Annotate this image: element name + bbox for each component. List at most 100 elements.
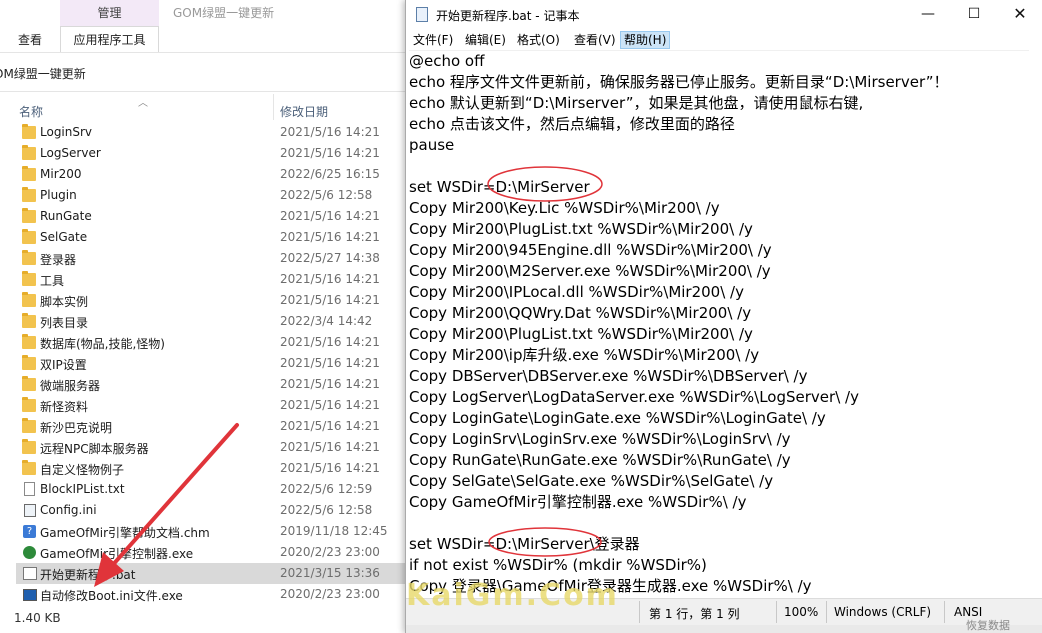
file-row[interactable]: ? GameOfMir引擎帮助文档.chm 2019/11/18 12:45 xyxy=(16,521,405,542)
cursor-position: 第 1 行，第 1 列 xyxy=(649,607,740,621)
file-name: 工具 xyxy=(40,274,65,288)
status-divider xyxy=(944,601,945,623)
tab-application-tools[interactable]: 应用程序工具 xyxy=(60,26,159,52)
minimize-button[interactable]: — xyxy=(905,0,951,30)
folder-icon xyxy=(22,166,36,181)
folder-icon xyxy=(22,334,36,349)
folder-icon xyxy=(22,229,36,244)
file-name: Mir200 xyxy=(40,167,82,181)
file-date: 2021/5/16 14:21 xyxy=(280,209,380,223)
file-name: 脚本实例 xyxy=(40,295,89,309)
file-row[interactable]: LoginSrv 2021/5/16 14:21 xyxy=(16,122,405,143)
file-row[interactable]: Mir200 2022/6/25 16:15 xyxy=(16,164,405,185)
folder-icon xyxy=(22,250,36,265)
file-row[interactable]: 开始更新程序.bat 2021/3/15 13:36 xyxy=(16,563,405,584)
file-row[interactable]: RunGate 2021/5/16 14:21 xyxy=(16,206,405,227)
file-row[interactable]: 数据库(物品,技能,怪物) 2021/5/16 14:21 xyxy=(16,332,405,353)
text-line: Copy DBServer\DBServer.exe %WSDir%\DBSer… xyxy=(409,367,808,385)
file-date: 2020/2/23 23:00 xyxy=(280,545,380,559)
explorer-status-bar: 1.40 KB xyxy=(0,606,405,633)
settings-file-icon xyxy=(24,504,36,517)
column-divider[interactable] xyxy=(273,94,274,120)
menu-format[interactable]: 格式(O) xyxy=(514,32,563,48)
file-date: 2021/5/16 14:21 xyxy=(280,272,380,286)
text-line: echo 默认更新到“D:\Mirserver”，如果是其他盘，请使用鼠标右键, xyxy=(409,94,864,112)
notepad-icon xyxy=(416,7,428,22)
file-name: 远程NPC脚本服务器 xyxy=(40,442,149,456)
file-row[interactable]: Plugin 2022/5/6 12:58 xyxy=(16,185,405,206)
file-row[interactable]: 新怪资料 2021/5/16 14:21 xyxy=(16,395,405,416)
ribbon: 管理 GOM绿盟一键更新 查看 应用程序工具 xyxy=(0,0,405,52)
file-row[interactable]: 自定义怪物例子 2021/5/16 14:21 xyxy=(16,458,405,479)
bottom-strip xyxy=(406,625,1042,633)
text-editor-area[interactable]: @echo off echo 程序文件文件更新前，确保服务器已停止服务。更新目录“… xyxy=(409,50,1029,599)
file-name: GameOfMir引擎帮助文档.chm xyxy=(40,526,210,540)
menu-bar: 文件(F) 编辑(E) 格式(O) 查看(V) 帮助(H) xyxy=(406,30,1042,50)
file-date: 2021/5/16 14:21 xyxy=(280,461,380,475)
file-date: 2021/5/16 14:21 xyxy=(280,356,380,370)
file-name: SelGate xyxy=(40,230,88,244)
file-date: 2021/3/15 13:36 xyxy=(280,566,380,580)
file-date: 2021/5/16 14:21 xyxy=(280,419,380,433)
file-row[interactable]: LogServer 2021/5/16 14:21 xyxy=(16,143,405,164)
file-row[interactable]: Config.ini 2022/5/6 12:58 xyxy=(16,500,405,521)
file-name: 新怪资料 xyxy=(40,400,89,414)
corner-label: 恢复数据 xyxy=(966,619,1010,632)
file-name: 新沙巴克说明 xyxy=(40,421,113,435)
file-list-header: ︿ 名称 修改日期 xyxy=(0,94,405,122)
status-divider xyxy=(826,601,827,623)
text-line: Copy Mir200\PlugList.txt %WSDir%\Mir200\… xyxy=(409,325,753,343)
file-name: LogServer xyxy=(40,146,101,160)
menu-file[interactable]: 文件(F) xyxy=(410,32,456,48)
text-line: echo 点击该文件，然后点编辑，修改里面的路径 xyxy=(409,115,735,133)
text-line: Copy Mir200\QQWry.Dat %WSDir%\Mir200\ /y xyxy=(409,304,752,322)
vertical-scrollbar[interactable] xyxy=(1030,50,1042,598)
file-date: 2022/5/6 12:58 xyxy=(280,503,373,517)
text-line: echo 程序文件文件更新前，确保服务器已停止服务。更新目录“D:\Mirser… xyxy=(409,73,949,91)
column-name-header[interactable]: 名称 xyxy=(19,103,43,120)
tab-view[interactable]: 查看 xyxy=(18,31,42,48)
line-ending: Windows (CRLF) xyxy=(834,605,932,619)
file-row[interactable]: 自动修改Boot.ini文件.exe 2020/2/23 23:00 xyxy=(16,584,405,605)
file-name: 微端服务器 xyxy=(40,379,101,393)
maximize-button[interactable]: ☐ xyxy=(951,0,997,30)
file-row[interactable]: 微端服务器 2021/5/16 14:21 xyxy=(16,374,405,395)
file-name: 列表目录 xyxy=(40,316,89,330)
file-date: 2021/5/16 14:21 xyxy=(280,377,380,391)
file-date: 2021/5/16 14:21 xyxy=(280,293,380,307)
file-row[interactable]: 新沙巴克说明 2021/5/16 14:21 xyxy=(16,416,405,437)
column-date-header[interactable]: 修改日期 xyxy=(280,103,328,120)
file-name: Config.ini xyxy=(40,503,97,517)
file-row[interactable]: 远程NPC脚本服务器 2021/5/16 14:21 xyxy=(16,437,405,458)
folder-icon xyxy=(22,145,36,160)
file-name: LoginSrv xyxy=(40,125,93,139)
text-line: Copy LogServer\LogDataServer.exe %WSDir%… xyxy=(409,388,859,406)
file-date: 2022/6/25 16:15 xyxy=(280,167,380,181)
text-line: Copy SelGate\SelGate.exe %WSDir%\SelGate… xyxy=(409,472,774,490)
file-row[interactable]: SelGate 2021/5/16 14:21 xyxy=(16,227,405,248)
file-row[interactable]: BlockIPList.txt 2022/5/6 12:59 xyxy=(16,479,405,500)
notepad-title-bar[interactable]: 开始更新程序.bat - 记事本 — ☐ ✕ xyxy=(406,0,1042,30)
application-icon xyxy=(23,546,36,559)
address-path[interactable]: OM绿盟一键更新 xyxy=(0,65,86,82)
menu-edit[interactable]: 编辑(E) xyxy=(462,32,509,48)
file-row[interactable]: 列表目录 2022/3/4 14:42 xyxy=(16,311,405,332)
folder-icon xyxy=(22,376,36,391)
file-date: 2021/5/16 14:21 xyxy=(280,230,380,244)
selected-size: 1.40 KB xyxy=(14,611,61,625)
notepad-title: 开始更新程序.bat - 记事本 xyxy=(436,9,580,23)
file-name: BlockIPList.txt xyxy=(40,482,125,496)
file-name: 双IP设置 xyxy=(40,358,87,372)
close-button[interactable]: ✕ xyxy=(997,0,1042,30)
text-line: Copy Mir200\IPLocal.dll %WSDir%\Mir200\ … xyxy=(409,283,744,301)
file-row[interactable]: 脚本实例 2021/5/16 14:21 xyxy=(16,290,405,311)
file-row[interactable]: 登录器 2022/5/27 14:38 xyxy=(16,248,405,269)
file-row[interactable]: GameOfMir引擎控制器.exe 2020/2/23 23:00 xyxy=(16,542,405,563)
address-bar[interactable]: OM绿盟一键更新 xyxy=(0,52,405,92)
help-file-icon: ? xyxy=(23,525,36,538)
file-row[interactable]: 工具 2021/5/16 14:21 xyxy=(16,269,405,290)
file-row[interactable]: 双IP设置 2021/5/16 14:21 xyxy=(16,353,405,374)
file-date: 2021/5/16 14:21 xyxy=(280,398,380,412)
menu-help[interactable]: 帮助(H) xyxy=(620,31,671,49)
menu-view[interactable]: 查看(V) xyxy=(571,32,619,48)
